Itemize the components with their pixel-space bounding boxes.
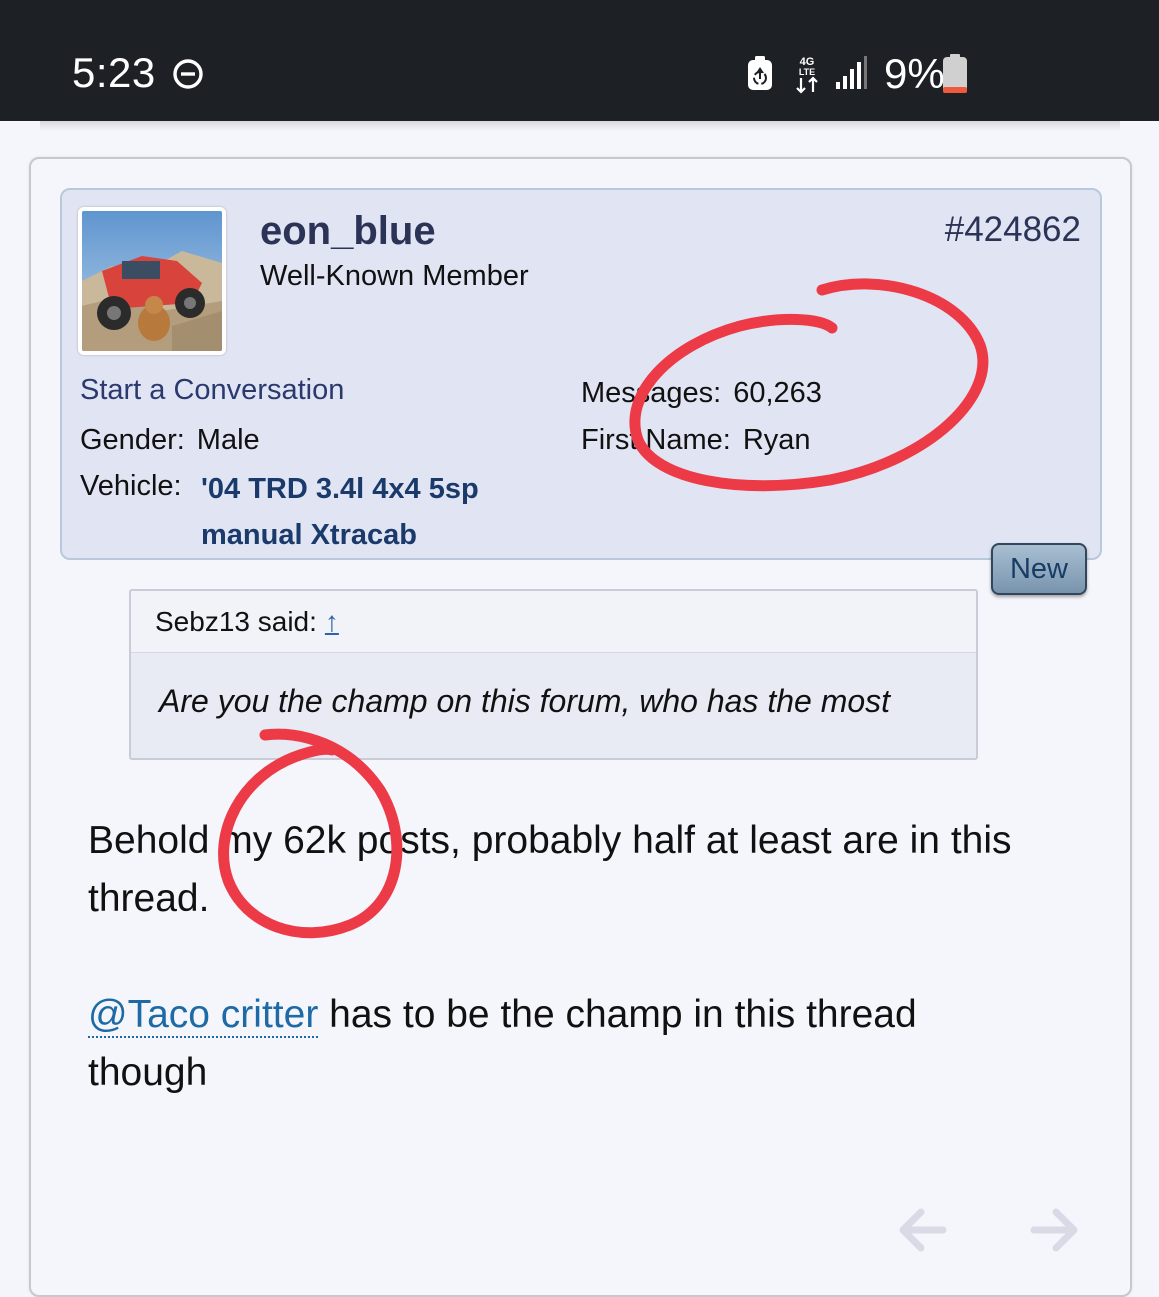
post-username[interactable]: eon_blue <box>260 206 436 256</box>
user-avatar[interactable] <box>78 207 226 355</box>
post-number-link[interactable]: #424862 <box>945 208 1081 252</box>
user-title: Well-Known Member <box>260 260 529 292</box>
vehicle-value-link[interactable]: '04 TRD 3.4l 4x4 5sp manual Xtracab <box>201 466 531 558</box>
first-name-label: First Name: <box>581 424 731 456</box>
first-name-field: First Name: Ryan <box>581 420 811 460</box>
gender-value: Male <box>196 424 260 456</box>
do-not-disturb-icon <box>173 59 203 89</box>
quote-author: Sebz13 said: ↑ <box>155 603 339 641</box>
4g-lte-icon: 4G LTE <box>796 56 818 94</box>
message-paragraph-1: Behold my 62k posts, probably half at le… <box>88 819 1012 920</box>
status-bar: 5:23 4G LTE 9% <box>0 0 1159 121</box>
quote-jump-arrow-icon[interactable]: ↑ <box>325 606 339 637</box>
first-name-value: Ryan <box>742 424 811 456</box>
battery-icon <box>943 54 967 93</box>
avatar-image <box>82 211 222 351</box>
message-paragraph-2: @Taco critter has to be the champ in thi… <box>88 986 1018 1102</box>
quote-author-text: Sebz13 said: <box>155 606 317 637</box>
post-message: Behold my 62k posts, probably half at le… <box>88 812 1018 1102</box>
quote-header: Sebz13 said: ↑ <box>131 591 976 653</box>
quote-block: Sebz13 said: ↑ Are you the champ on this … <box>129 589 978 760</box>
battery-percent: 9% <box>884 50 945 97</box>
quote-text: Are you the champ on this forum, who has… <box>159 683 891 719</box>
svg-text:LTE: LTE <box>799 67 815 77</box>
previous-arrow-icon[interactable] <box>899 1206 947 1254</box>
status-time: 5:23 <box>72 49 156 96</box>
gender-label: Gender: <box>80 424 185 456</box>
next-arrow-icon[interactable] <box>1030 1206 1078 1254</box>
new-post-badge: New <box>991 543 1087 595</box>
signal-icon <box>836 56 867 89</box>
messages-value: 60,263 <box>733 377 822 409</box>
battery-saver-icon <box>748 56 772 90</box>
header-shadow <box>40 121 1120 131</box>
vehicle-label: Vehicle: <box>80 470 182 502</box>
messages-label: Messages: <box>581 377 722 409</box>
start-conversation-link[interactable]: Start a Conversation <box>80 370 344 410</box>
mention-link[interactable]: @Taco critter <box>88 993 319 1038</box>
gender-field: Gender: Male <box>80 420 260 460</box>
messages-field: Messages: 60,263 <box>581 373 822 413</box>
